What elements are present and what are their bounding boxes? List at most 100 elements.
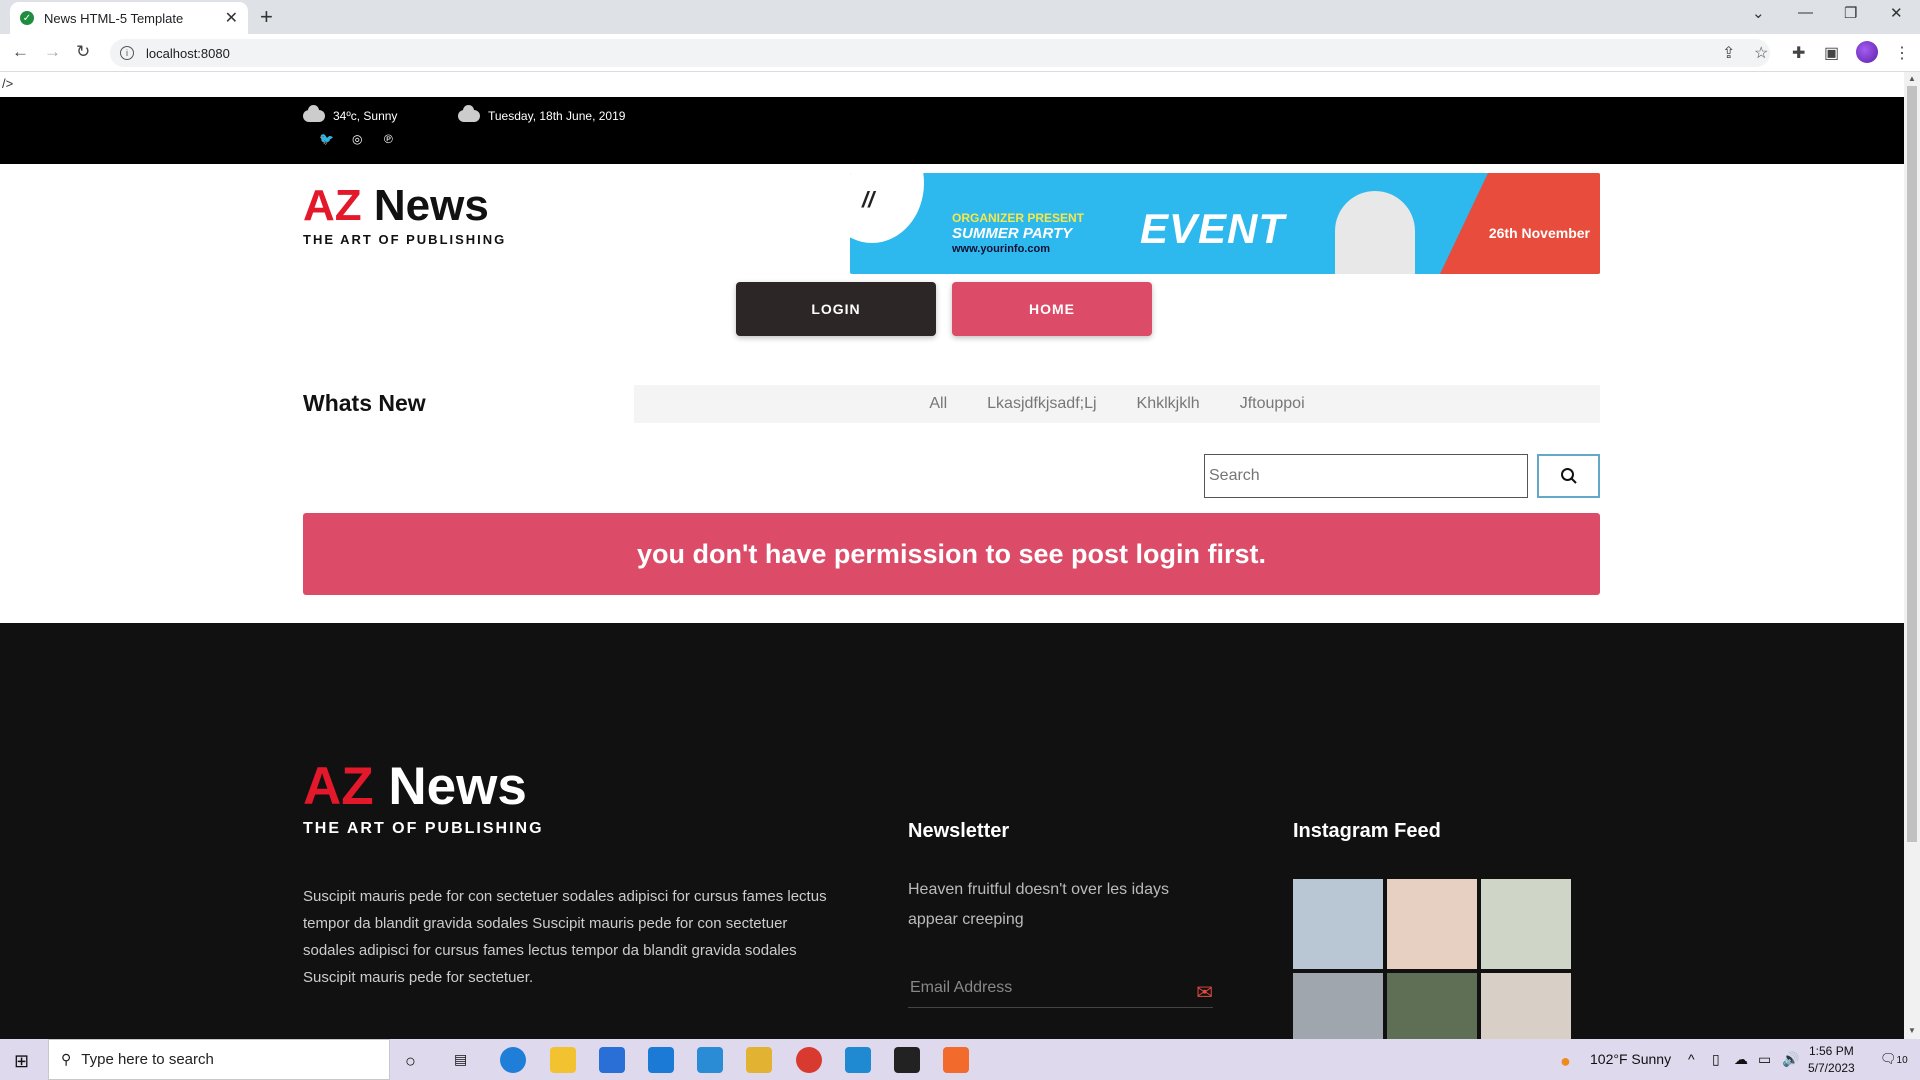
cortana-icon[interactable]: ○ — [405, 1051, 416, 1072]
category-filter-bar: All Lkasjdfkjsadf;Lj Khklkjklh Jftouppoi — [634, 385, 1600, 423]
newsletter-email-field[interactable]: Email Address ✉ — [908, 972, 1213, 1008]
menu-icon[interactable]: ⋮ — [1894, 43, 1910, 63]
address-bar-row: ← → ↻ i localhost:8080 ⇪ ☆ ✚ ▣ ⋮ — [0, 34, 1920, 72]
weather-sun-icon[interactable]: ● — [1560, 1051, 1571, 1072]
windows-start-icon[interactable]: ⊞ — [14, 1051, 29, 1072]
logo-news: News — [373, 181, 489, 230]
edge-app-icon[interactable] — [500, 1047, 526, 1073]
cloud-icon — [458, 105, 480, 122]
terminal-app-icon[interactable] — [894, 1047, 920, 1073]
onedrive-icon[interactable]: ☁ — [1734, 1051, 1748, 1068]
search-button[interactable] — [1537, 454, 1600, 498]
close-tab-icon[interactable]: ✕ — [225, 8, 238, 28]
footer-logo-news: News — [388, 757, 527, 816]
instagram-photo[interactable] — [1387, 879, 1477, 969]
taskbar-search-placeholder: Type here to search — [81, 1051, 214, 1068]
show-hidden-icons-icon[interactable]: ^ — [1688, 1051, 1695, 1067]
taskbar-search-box[interactable]: ⚲ Type here to search — [48, 1039, 390, 1080]
newsletter-text: Heaven fruitful doesn't over les idays a… — [908, 881, 1169, 928]
send-mail-icon[interactable]: ✉ — [1196, 980, 1213, 1005]
footer-description: Suscipit mauris pede for con sectetuer s… — [303, 888, 827, 986]
bookmark-star-icon[interactable]: ☆ — [1754, 43, 1768, 63]
instagram-photo[interactable] — [1481, 879, 1571, 969]
site-logo[interactable]: AZ News THE ART OF PUBLISHING — [303, 181, 507, 248]
chrome-app-icon[interactable] — [796, 1047, 822, 1073]
volume-icon[interactable]: 🔊 — [1782, 1051, 1799, 1068]
site-info-icon[interactable]: i — [120, 46, 134, 60]
clock-time: 1:56 PM — [1809, 1044, 1854, 1058]
clock-date: 5/7/2023 — [1808, 1061, 1855, 1075]
banner-person-image — [1335, 191, 1415, 274]
taskbar-weather-text[interactable]: 102°F Sunny — [1590, 1051, 1671, 1067]
stray-markup-text: /> — [2, 76, 14, 91]
taskbar-clock[interactable]: 1:56 PM 5/7/2023 — [1808, 1043, 1855, 1077]
scroll-down-icon[interactable]: ▼ — [1908, 1026, 1916, 1035]
weather-text: 34ºc, Sunny — [333, 109, 398, 123]
cloud-icon — [303, 105, 325, 122]
paint-app-icon[interactable] — [746, 1047, 772, 1073]
reload-icon[interactable]: ↻ — [76, 42, 90, 62]
filter-category-3[interactable]: Jftouppoi — [1240, 395, 1305, 413]
instagram-photo[interactable] — [1387, 973, 1477, 1039]
instagram-feed-grid — [1293, 879, 1571, 1039]
notification-center-icon[interactable]: 🗨10 — [1880, 1051, 1908, 1067]
company-logo-mark: // — [862, 187, 875, 212]
back-icon[interactable]: ← — [12, 42, 29, 62]
newsletter-title: Newsletter — [908, 820, 1010, 842]
url-text: localhost:8080 — [146, 45, 230, 61]
email-placeholder: Email Address — [910, 979, 1013, 996]
header-top-bar: 34ºc, Sunny Tuesday, 18th June, 2019 🐦 ◎… — [0, 97, 1904, 164]
page-scrollbar[interactable]: ▲ ▼ — [1904, 72, 1920, 1039]
instagram-icon[interactable]: ◎ — [352, 132, 362, 146]
extensions-icon[interactable]: ✚ — [1792, 43, 1805, 63]
xampp-app-icon[interactable] — [943, 1047, 969, 1073]
home-button[interactable]: HOME — [952, 282, 1152, 336]
vscode-app-icon[interactable] — [845, 1047, 871, 1073]
meet-now-icon[interactable]: ▯ — [1712, 1051, 1720, 1068]
settings-app-icon[interactable] — [697, 1047, 723, 1073]
network-icon[interactable]: ▭ — [1758, 1051, 1771, 1068]
mail-app-icon[interactable] — [648, 1047, 674, 1073]
instagram-photo[interactable] — [1293, 973, 1383, 1039]
scroll-up-icon[interactable]: ▲ — [1908, 74, 1916, 83]
restore-icon[interactable]: ❐ — [1844, 4, 1857, 22]
file-explorer-app-icon[interactable] — [550, 1047, 576, 1073]
browser-tab[interactable]: ✓ News HTML-5 Template ✕ — [10, 2, 248, 34]
logo-tagline: THE ART OF PUBLISHING — [303, 232, 507, 247]
site-footer: AZ News THE ART OF PUBLISHING Suscipit m… — [0, 623, 1904, 1039]
windows-taskbar: ⊞ ⚲ Type here to search ○ ▤ ● 102°F Sunn… — [0, 1039, 1920, 1080]
login-button[interactable]: LOGIN — [736, 282, 936, 336]
banner-organizer: ORGANIZER PRESENT — [952, 211, 1085, 225]
whats-new-title: Whats New — [303, 390, 426, 416]
share-icon[interactable]: ⇪ — [1722, 43, 1735, 63]
search-input[interactable] — [1204, 454, 1528, 498]
forward-icon[interactable]: → — [44, 42, 61, 62]
new-tab-icon[interactable]: + — [260, 4, 273, 30]
footer-logo-az: AZ — [303, 757, 374, 816]
footer-logo[interactable]: AZ News THE ART OF PUBLISHING — [303, 760, 544, 838]
filter-category-1[interactable]: Lkasjdfkjsadf;Lj — [987, 395, 1096, 413]
favicon-check-icon: ✓ — [20, 11, 34, 25]
filter-category-2[interactable]: Khklkjklh — [1137, 395, 1200, 413]
instagram-photo[interactable] — [1481, 973, 1571, 1039]
url-field[interactable]: i localhost:8080 — [110, 39, 1770, 67]
banner-url: www.yourinfo.com — [952, 243, 1050, 255]
tab-search-icon[interactable]: ⌄ — [1752, 4, 1765, 22]
minimize-icon[interactable]: — — [1798, 4, 1813, 21]
event-banner-ad[interactable]: // ORGANIZER PRESENT SUMMER PARTY www.yo… — [850, 173, 1600, 274]
store-app-icon[interactable] — [599, 1047, 625, 1073]
pinterest-icon[interactable]: ℗ — [384, 132, 393, 146]
banner-event: EVENT — [1140, 205, 1286, 252]
close-window-icon[interactable]: ✕ — [1890, 4, 1903, 22]
task-view-icon[interactable]: ▤ — [454, 1051, 467, 1068]
profile-avatar[interactable] — [1856, 41, 1878, 63]
filter-all[interactable]: All — [929, 395, 947, 413]
scrollbar-thumb[interactable] — [1907, 86, 1917, 842]
taskbar-search-icon: ⚲ — [61, 1051, 72, 1067]
search-icon — [1560, 468, 1577, 484]
logo-az: AZ — [303, 181, 362, 230]
notification-count: 10 — [1896, 1055, 1908, 1066]
side-panel-icon[interactable]: ▣ — [1824, 43, 1839, 63]
twitter-icon[interactable]: 🐦 — [319, 132, 334, 146]
instagram-photo[interactable] — [1293, 879, 1383, 969]
